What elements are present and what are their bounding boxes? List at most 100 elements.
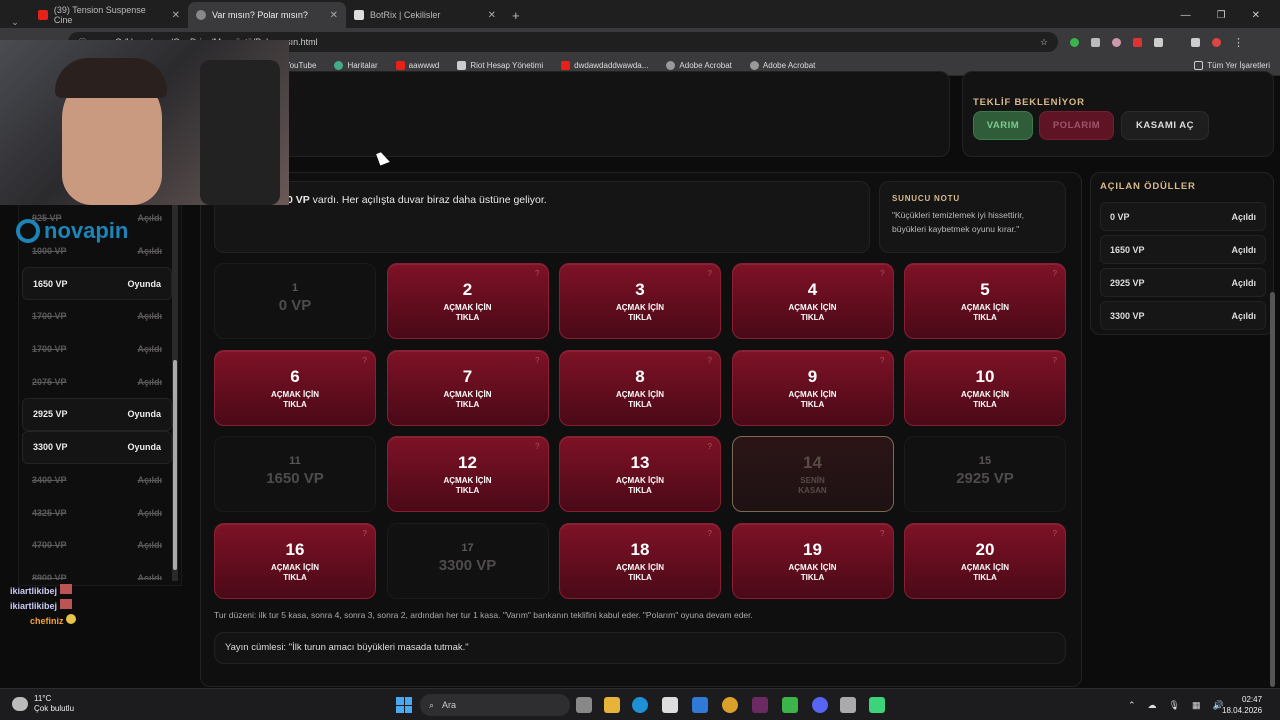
vp-list-scrollbar[interactable] [172, 205, 178, 581]
case-5[interactable]: 5 AÇMAK İÇİN TIKLA? [904, 263, 1066, 339]
vp-amount: 1700 VP [32, 311, 67, 322]
restore-icon[interactable]: ❐ [1217, 10, 1226, 21]
close-window-icon[interactable]: ✕ [1252, 10, 1260, 21]
bookmark-youtube[interactable]: YouTube [285, 61, 316, 70]
award-status: Açıldı [1231, 211, 1256, 222]
chat-line: ikiartlikibej [10, 584, 72, 596]
case-19[interactable]: 19 AÇMAK İÇİN TIKLA? [731, 522, 894, 599]
extension-icon[interactable] [1133, 37, 1142, 47]
star-bookmark-icon[interactable]: ☆ [1040, 37, 1048, 48]
task-view-icon[interactable] [576, 697, 592, 713]
tab-botrix[interactable]: BotRix | Cekilisler ✕ [346, 2, 504, 28]
extension-icon[interactable] [1112, 37, 1121, 47]
bookmark-adobe-2[interactable]: Adobe Acrobat [749, 61, 815, 70]
varim-button[interactable]: VARIM [973, 111, 1033, 140]
case-number: 11 [289, 455, 301, 467]
vp-amount: 3300 VP [33, 442, 68, 453]
sponsor-logo: novapin [16, 218, 128, 244]
new-tab-button[interactable]: + [504, 2, 528, 28]
vp-status: Oyunda [127, 442, 161, 453]
case-7[interactable]: 7 AÇMAK İÇİN TIKLA? [386, 349, 549, 426]
award-vp: 0 VP [1110, 211, 1130, 222]
minimize-icon[interactable]: — [1181, 10, 1191, 21]
open-case-button[interactable]: KASAMI AÇ [1121, 111, 1209, 140]
bookmark-riot[interactable]: Riot Hesap Yönetimi [457, 61, 543, 70]
extension-icon[interactable] [1091, 37, 1100, 47]
bookmark-maps[interactable]: Haritalar [334, 61, 378, 70]
award-row: 3300 VP Açıldı [1100, 301, 1266, 330]
case-12[interactable]: 12 AÇMAK İÇİN TIKLA? [386, 436, 549, 512]
extension-shield-icon[interactable] [1070, 37, 1079, 47]
mail-icon[interactable] [692, 697, 708, 713]
app-icon[interactable] [840, 697, 856, 713]
all-bookmarks[interactable]: Tüm Yer İşaretleri [1194, 61, 1280, 70]
tab-list-chevron-icon[interactable]: ⌄ [0, 17, 30, 28]
emote-icon [59, 584, 72, 594]
more-menu-icon[interactable]: ⋮ [1233, 36, 1244, 49]
case-13[interactable]: 13 AÇMAK İÇİN TIKLA? [559, 436, 721, 512]
edge-icon[interactable] [632, 697, 648, 713]
weather-widget[interactable]: 11°C Çok bulutlu [12, 694, 74, 714]
taskbar-search[interactable]: ⌕ Ara [420, 694, 570, 716]
youtube-icon [561, 61, 571, 70]
menu-icon[interactable] [1191, 37, 1200, 47]
system-tray[interactable]: ⌃ ☁ 🎙 ▦ 🔊 [1128, 700, 1224, 711]
vp-list-scroll-thumb[interactable] [173, 360, 177, 570]
case-8[interactable]: 8 AÇMAK İÇİN TIKLA? [559, 349, 721, 426]
cloud-sync-icon[interactable]: ☁ [1148, 700, 1157, 711]
vp-list-row: 1700 VP Açıldı [22, 300, 172, 333]
app-icon[interactable] [752, 697, 768, 713]
bookmark-aawwwd[interactable]: aawwwd [395, 61, 439, 70]
chat-user: chefiniz [30, 616, 64, 626]
bookmark-dwda[interactable]: dwdawdaddwawda... [561, 61, 648, 70]
case-label: AÇMAK İÇİN TIKLA [961, 389, 1009, 409]
case-20[interactable]: 20 AÇMAK İÇİN TIKLA? [904, 522, 1066, 599]
close-tab-icon[interactable]: ✕ [330, 10, 338, 21]
store-icon[interactable] [662, 697, 678, 713]
case-10[interactable]: 10 AÇMAK İÇİN TIKLA? [904, 349, 1066, 426]
case-16[interactable]: 16 AÇMAK İÇİN TIKLA? [214, 522, 376, 599]
page-scrollbar[interactable] [1270, 292, 1275, 687]
network-icon[interactable]: ▦ [1192, 700, 1201, 711]
tab-active[interactable]: Var mısın? Polar mısın? ✕ [188, 2, 346, 28]
discord-icon[interactable] [812, 697, 828, 713]
case-18[interactable]: 18 AÇMAK İÇİN TIKLA? [559, 522, 721, 599]
question-icon: ? [707, 528, 712, 538]
clock[interactable]: 02:47 18.04.2026 [1222, 694, 1262, 716]
windows-start-icon[interactable] [396, 697, 412, 713]
microphone-icon[interactable]: 🎙 [1169, 700, 1180, 711]
case-4[interactable]: 4 AÇMAK İÇİN TIKLA? [731, 263, 894, 339]
case-3[interactable]: 3 AÇMAK İÇİN TIKLA? [559, 263, 721, 339]
question-icon: ? [707, 442, 712, 451]
close-tab-icon[interactable]: ✕ [488, 10, 496, 21]
tab-youtube[interactable]: (39) Tension Suspense Cine ✕ [30, 2, 188, 28]
case-number: 5 [980, 280, 990, 299]
app-icon[interactable] [782, 697, 798, 713]
polarim-button[interactable]: POLARIM [1039, 111, 1114, 140]
vp-list-row: 2075 VP Açıldı [22, 365, 172, 398]
case-9[interactable]: 9 AÇMAK İÇİN TIKLA? [731, 349, 894, 426]
bookmark-adobe-1[interactable]: Adobe Acrobat [666, 61, 732, 70]
case-11: 11 1650 VP [214, 436, 376, 512]
message-vp: 0 VP [287, 194, 310, 206]
vp-status: Oyunda [127, 409, 161, 420]
question-icon: ? [535, 269, 540, 278]
file-explorer-icon[interactable] [604, 697, 620, 713]
youtube-icon [395, 61, 405, 70]
close-tab-icon[interactable]: ✕ [172, 10, 180, 21]
case-value: 3300 VP [438, 556, 497, 574]
case-number: 8 [635, 366, 645, 386]
case-2[interactable]: 2 AÇMAK İÇİN TIKLA? [386, 263, 549, 339]
chrome-icon[interactable] [722, 697, 738, 713]
vp-status: Açıldı [137, 246, 162, 257]
chevron-up-icon[interactable]: ⌃ [1128, 700, 1136, 711]
question-icon: ? [1052, 269, 1057, 278]
puzzle-icon[interactable] [1154, 37, 1163, 47]
app-icon[interactable] [869, 697, 885, 713]
case-label: AÇMAK İÇİN TIKLA [443, 389, 492, 409]
case-6[interactable]: 6 AÇMAK İÇİN TIKLA? [214, 349, 376, 426]
profile-icon[interactable] [1212, 37, 1221, 47]
globe-icon [666, 61, 676, 70]
tab-title: (39) Tension Suspense Cine [53, 5, 146, 25]
vp-amount: 1650 VP [33, 278, 68, 289]
